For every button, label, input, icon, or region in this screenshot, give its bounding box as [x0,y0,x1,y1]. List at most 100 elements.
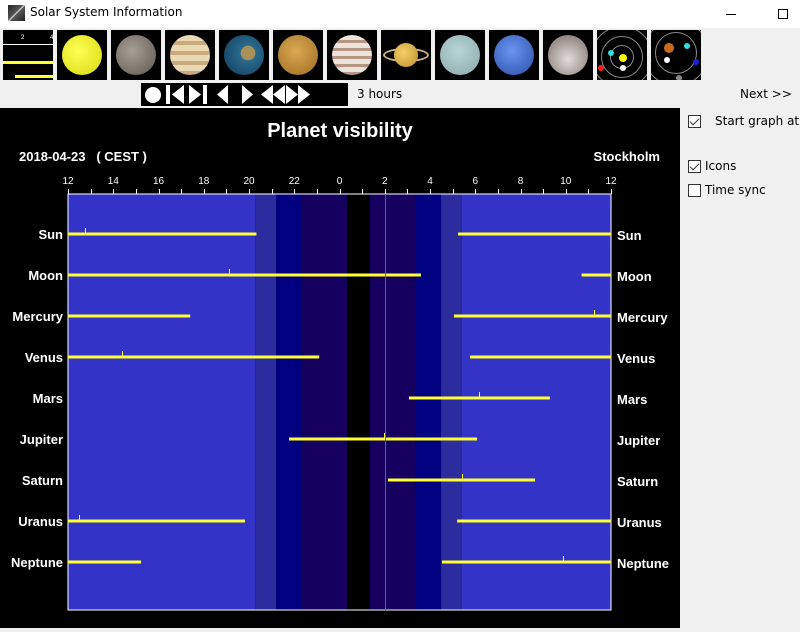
thumbnail-outer-orbits[interactable] [651,30,701,80]
sun-dot-icon [664,43,674,53]
icons-checkbox[interactable]: Icons [688,159,736,173]
sky-band-day [461,194,611,610]
planet-label-left: Uranus [18,514,63,529]
x-tick-label: 18 [198,176,210,187]
x-tick-label: 22 [289,176,301,187]
thumb-tick-label: 2 [21,35,25,41]
last-button[interactable] [187,85,207,104]
thumbnail-inner-orbits[interactable] [597,30,647,80]
thumb-bar [15,75,53,78]
visibility-bar [441,560,611,564]
neptune-icon [494,35,534,75]
sky-band-civil-twilight [441,194,462,610]
x-tick-label: 4 [427,176,433,187]
pluto-icon [548,35,588,75]
thumbnail-uranus[interactable] [435,30,485,80]
time-controls [141,83,348,106]
now-button[interactable] [144,85,162,104]
chart-title: Planet visibility [267,120,413,142]
start-at-noon-checkbox[interactable]: Start graph at local noon [688,114,800,128]
window-title: Solar System Information [30,5,183,19]
planet-label-right: Moon [617,269,652,284]
sky-band-astronomical-twilight [370,194,416,610]
x-tick-label: 10 [560,176,572,187]
location-label: Stockholm [594,149,660,164]
checkbox-checked-icon [688,159,701,173]
thumbnail-jupiter[interactable] [327,30,377,80]
visibility-bar [68,273,421,277]
planet-label-left: Mercury [12,309,63,324]
planet-dot-icon [598,65,604,71]
visibility-bar [457,519,611,523]
step-forward-button[interactable] [240,85,254,104]
checkbox-unchecked-icon [688,183,701,197]
visibility-bar [68,314,191,318]
x-tick-label: 12 [605,176,617,187]
planet-label-left: Venus [25,350,63,365]
planet-dot-icon [676,75,682,80]
time-sync-checkbox[interactable]: Time sync [688,183,766,197]
x-tick-label: 20 [243,176,255,187]
planet-dot-icon [620,65,626,71]
visibility-bar [68,355,320,359]
app-icon [8,5,25,21]
visibility-bar [68,560,142,564]
uranus-icon [440,35,480,75]
sky-band-day [68,194,256,610]
planet-dot-icon [693,59,699,65]
first-button[interactable] [166,85,186,104]
visibility-bar [470,355,611,359]
sky-band-civil-twilight [255,194,277,610]
planet-label-left: Sun [38,227,63,242]
x-tick-label: 8 [518,176,524,187]
thumbnail-visibility-graph[interactable]: 2 4 [3,30,53,80]
saturn-icon [394,43,418,67]
checkbox-label: Icons [705,159,737,173]
thumbnail-earth[interactable] [219,30,269,80]
planet-label-right: Mars [617,392,647,407]
visibility-bar [68,232,257,236]
maximize-icon [778,9,788,19]
thumbnail-strip: 2 4 [3,30,701,80]
sky-band-astronomical-twilight [302,194,347,610]
venus-icon [170,35,210,75]
sun-dot-icon [619,54,627,62]
visibility-chart: Planet visibility 2018-04-23 ( CEST ) St… [11,120,669,611]
title-bar: Solar System Information [0,0,800,28]
planet-label-right: Sun [617,228,642,243]
thumbnail-saturn[interactable] [381,30,431,80]
thumb-axis [3,44,53,45]
mercury-icon [116,35,156,75]
jupiter-icon [332,35,372,75]
visibility-bar [458,232,611,236]
x-tick-label: 2 [382,176,388,187]
sun-icon [62,35,102,75]
checkbox-label: Start graph at local noon [715,114,800,128]
planet-label-left: Mars [33,391,63,406]
thumbnail-venus[interactable] [165,30,215,80]
minimize-icon [726,13,736,15]
options-panel: Start graph at local noon Icons Time syn… [680,108,800,628]
x-tick-label: 12 [62,176,74,187]
planet-label-right: Mercury [617,310,668,325]
thumbnail-sun[interactable] [57,30,107,80]
thumbnail-pluto[interactable] [543,30,593,80]
planet-dot-icon [684,43,690,49]
thumbnail-mars[interactable] [273,30,323,80]
thumbnail-mercury[interactable] [111,30,161,80]
x-tick-label: 0 [337,176,343,187]
step-back-button[interactable] [216,85,230,104]
visibility-bar [387,478,535,482]
planet-label-right: Saturn [617,474,658,489]
thumbnail-neptune[interactable] [489,30,539,80]
minimize-button[interactable] [708,0,754,28]
fast-back-button[interactable] [261,85,285,104]
planet-dot-icon [608,50,614,56]
planet-label-right: Jupiter [617,433,660,448]
sky-band-nautical-twilight [276,194,303,610]
fast-forward-button[interactable] [286,85,310,104]
x-tick-label: 14 [108,176,120,187]
planet-label-right: Venus [617,351,655,366]
maximize-button[interactable] [760,0,800,28]
next-button[interactable]: Next >> [740,87,792,101]
